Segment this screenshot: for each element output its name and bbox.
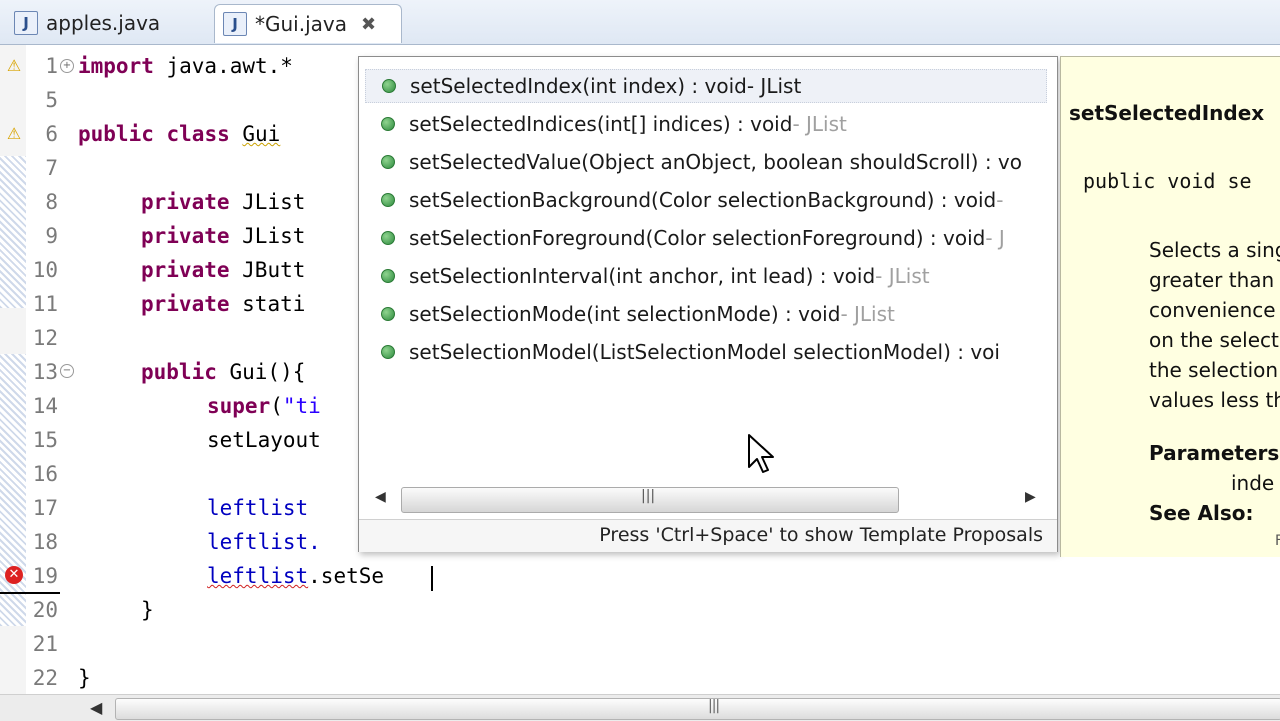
tab-label: *Gui.java xyxy=(255,12,347,36)
proposal-item[interactable]: setSelectionBackground(Color selectionBa… xyxy=(365,183,1047,217)
line-number: 9 xyxy=(45,224,58,248)
scroll-left-arrow-icon[interactable]: ◀ xyxy=(375,489,386,505)
proposal-horizontal-scrollbar[interactable]: ◀ ||| ▶ xyxy=(367,485,1049,515)
javadoc-parameters-heading: Parameters: xyxy=(1149,441,1280,465)
code-line[interactable]: private stati xyxy=(141,292,305,316)
proposal-status-bar: Press 'Ctrl+Space' to show Template Prop… xyxy=(359,519,1057,552)
line-number: 16 xyxy=(32,462,58,486)
line-number: 10 xyxy=(32,258,58,282)
public-method-icon xyxy=(381,345,395,359)
proposal-item[interactable]: setSelectionForeground(Color selectionFo… xyxy=(365,221,1047,255)
code-line[interactable]: leftlist.setSe xyxy=(207,564,384,588)
proposal-item[interactable]: setSelectionInterval(int anchor, int lea… xyxy=(365,259,1047,293)
code-line[interactable]: } xyxy=(78,666,91,690)
code-line[interactable]: leftlist xyxy=(207,496,308,520)
public-method-icon xyxy=(382,79,396,93)
editor-horizontal-scrollbar[interactable]: ◀ ||| xyxy=(0,694,1280,721)
java-file-icon: J xyxy=(14,11,38,35)
proposal-item[interactable]: setSelectionMode(int selectionMode) : vo… xyxy=(365,297,1047,331)
proposal-list[interactable]: setSelectedIndex(int index) : void - JLi… xyxy=(365,69,1047,489)
public-method-icon xyxy=(381,231,395,245)
code-line[interactable]: private JList xyxy=(141,190,305,214)
close-tab-icon[interactable]: ✖ xyxy=(361,14,376,35)
content-assist-popup: setSelectedIndex(int index) : void - JLi… xyxy=(358,56,1058,552)
proposal-item[interactable]: setSelectionModel(ListSelectionModel sel… xyxy=(365,335,1047,369)
javadoc-title: setSelectedIndex xyxy=(1069,101,1265,125)
change-bar xyxy=(0,354,26,626)
line-number: 19 xyxy=(32,564,58,588)
line-number: 21 xyxy=(32,632,58,656)
code-line[interactable]: leftlist. xyxy=(207,530,321,554)
line-number: 20 xyxy=(32,598,58,622)
expand-fold-icon[interactable]: + xyxy=(60,59,74,73)
public-method-icon xyxy=(381,117,395,131)
public-method-icon xyxy=(381,155,395,169)
code-line[interactable]: import java.awt.* xyxy=(78,54,293,78)
javadoc-signature: public void se xyxy=(1083,169,1252,193)
javadoc-description: Selects a sing greater than convenience … xyxy=(1149,238,1280,412)
public-method-icon xyxy=(381,269,395,283)
code-line[interactable]: public Gui(){ xyxy=(141,360,305,384)
scroll-left-arrow-icon[interactable]: ◀ xyxy=(90,698,102,717)
line-number: 7 xyxy=(45,156,58,180)
javadoc-parameter-name: inde xyxy=(1231,471,1275,495)
line-number: 18 xyxy=(32,530,58,554)
collapse-fold-icon[interactable]: − xyxy=(60,364,74,378)
code-line[interactable]: } xyxy=(141,598,154,622)
line-number: 17 xyxy=(32,496,58,520)
line-number: 1 xyxy=(45,54,58,78)
line-number: 6 xyxy=(45,122,58,146)
line-number: 15 xyxy=(32,428,58,452)
text-caret xyxy=(431,566,433,591)
code-line[interactable]: setLayout xyxy=(207,428,321,452)
java-file-icon: J xyxy=(223,12,247,36)
line-number: 14 xyxy=(32,394,58,418)
proposal-item[interactable]: setSelectedValue(Object anObject, boolea… xyxy=(365,145,1047,179)
mouse-pointer-icon xyxy=(748,434,774,473)
proposal-item[interactable]: setSelectedIndices(int[] indices) : void… xyxy=(365,107,1047,141)
proposal-item[interactable]: setSelectedIndex(int index) : void - JLi… xyxy=(365,69,1047,103)
tab-label: apples.java xyxy=(46,11,161,35)
line-number: 22 xyxy=(32,666,58,690)
code-line[interactable]: public class Gui xyxy=(78,122,280,146)
change-bar xyxy=(0,156,26,308)
line-number: 13 xyxy=(32,360,58,384)
code-line[interactable]: super("ti xyxy=(207,394,321,418)
javadoc-panel: setSelectedIndex public void se Selects … xyxy=(1060,56,1280,557)
tab-gui-java[interactable]: J *Gui.java ✖ xyxy=(214,4,402,43)
scroll-grip-icon: ||| xyxy=(641,488,656,504)
javadoc-corner-text: F xyxy=(1275,533,1280,549)
error-icon[interactable]: ✕ xyxy=(5,566,23,584)
warning-icon[interactable]: ⚠ xyxy=(4,124,24,144)
line-number: 12 xyxy=(32,326,58,350)
scroll-grip-icon: ||| xyxy=(708,698,720,714)
current-line-marker xyxy=(0,592,60,594)
tab-apples-java[interactable]: J apples.java xyxy=(6,4,206,42)
editor-tab-bar: J apples.java J *Gui.java ✖ xyxy=(0,0,1280,45)
template-proposals-hint[interactable]: Press 'Ctrl+Space' to show Template Prop… xyxy=(599,524,1043,546)
line-number: 11 xyxy=(32,292,58,316)
warning-icon[interactable]: ⚠ xyxy=(4,56,24,76)
code-line[interactable]: private JButt xyxy=(141,258,305,282)
public-method-icon xyxy=(381,193,395,207)
code-line[interactable]: private JList xyxy=(141,224,305,248)
line-number: 8 xyxy=(45,190,58,214)
scroll-thumb[interactable] xyxy=(115,698,1280,720)
scroll-right-arrow-icon[interactable]: ▶ xyxy=(1025,489,1036,505)
public-method-icon xyxy=(381,307,395,321)
line-number: 5 xyxy=(45,88,58,112)
javadoc-see-also-heading: See Also: xyxy=(1149,501,1254,525)
